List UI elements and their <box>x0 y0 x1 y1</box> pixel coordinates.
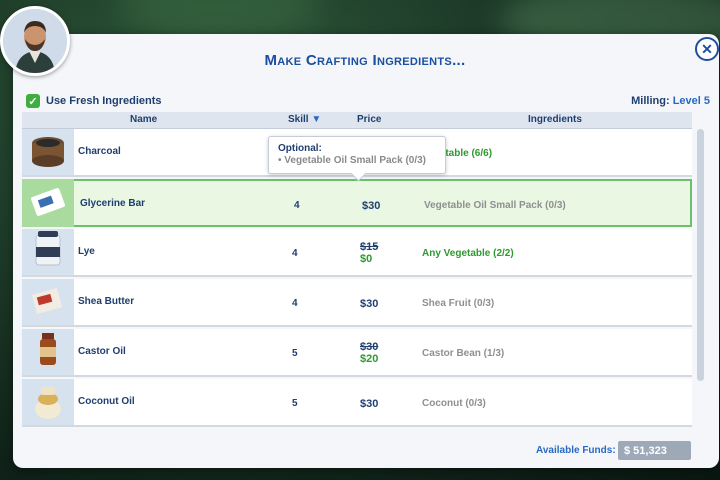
charcoal-icon <box>22 129 74 175</box>
available-funds-label: Available Funds: <box>536 445 616 456</box>
milling-level: Milling: Level 5 <box>631 95 710 107</box>
lye-icon <box>22 229 74 275</box>
table-header: Name Skill ▼ Price Ingredients <box>22 112 692 129</box>
list-scrollbar[interactable] <box>697 129 704 381</box>
castor-oil-icon <box>22 329 74 375</box>
checkbox-checked-icon[interactable]: ✓ <box>26 94 40 108</box>
table-row[interactable]: Castor Oil 5 $30 $20 Castor Bean (1/3) <box>22 329 692 377</box>
sim-avatar <box>0 6 70 76</box>
optional-ingredients-tooltip: Optional: • Vegetable Oil Small Pack (0/… <box>268 136 446 174</box>
column-price[interactable]: Price <box>357 114 381 125</box>
table-row[interactable]: Coconut Oil 5 $30 Coconut (0/3) <box>22 379 692 427</box>
use-fresh-ingredients-toggle[interactable]: ✓ Use Fresh Ingredients <box>26 94 162 108</box>
table-row[interactable]: Lye 4 $15 $0 Any Vegetable (2/2) <box>22 229 692 277</box>
available-funds-value: $ 51,323 <box>618 441 691 460</box>
column-skill[interactable]: Skill ▼ <box>288 114 321 125</box>
shea-butter-icon <box>22 279 74 325</box>
glycerine-bar-icon <box>22 179 74 227</box>
dialog-title: Make Crafting Ingredients... <box>264 52 466 69</box>
close-icon[interactable]: ✕ <box>695 37 719 61</box>
table-row-selected[interactable]: Glycerine Bar 4 $30 Vegetable Oil Small … <box>22 179 692 227</box>
sort-down-icon: ▼ <box>308 114 322 125</box>
column-ingredients: Ingredients <box>528 114 582 125</box>
column-name[interactable]: Name <box>130 114 157 125</box>
use-fresh-label: Use Fresh Ingredients <box>46 95 162 107</box>
table-row[interactable]: Shea Butter 4 $30 Shea Fruit (0/3) <box>22 279 692 327</box>
coconut-oil-icon <box>22 379 74 425</box>
